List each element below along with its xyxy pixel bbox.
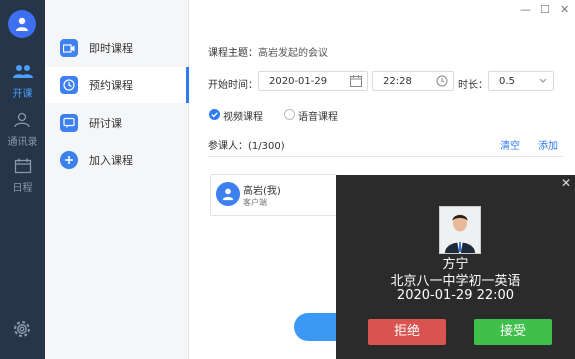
participants-label: 参课人：(1/300)	[208, 141, 285, 152]
rail-item-contacts[interactable]: 通讯录	[0, 112, 45, 148]
contacts-icon	[13, 112, 30, 128]
incoming-invite-popup: ✕ 方宁 北京八一中学初一英语 2020-01-29 22:00 拒绝 接受	[336, 175, 575, 359]
date-value: 2020-01-29	[269, 76, 328, 87]
video-course-radio[interactable]	[209, 109, 220, 120]
start-time-label: 开始时间：	[208, 80, 258, 91]
time-value: 22:28	[383, 76, 412, 87]
add-link[interactable]: 添加	[538, 137, 558, 152]
reject-button[interactable]: 拒绝	[368, 319, 446, 345]
invite-time: 2020-01-29 22:00	[396, 288, 515, 303]
participant-card[interactable]: 高岩(我) 客户端	[210, 174, 337, 216]
duration-value: 0.5	[499, 76, 515, 87]
date-field[interactable]: 2020-01-29	[258, 71, 368, 91]
rail-item-schedule[interactable]: 日程	[0, 158, 45, 194]
rail-item-start-class[interactable]: 开课	[0, 64, 45, 100]
divider	[208, 156, 563, 157]
participant-role: 客户端	[243, 198, 267, 207]
clear-link[interactable]: 清空	[500, 137, 520, 152]
menu-item-scheduled-course[interactable]: 预约课程	[45, 67, 189, 103]
audio-course-radio[interactable]	[284, 109, 295, 120]
subject-label: 课程主题：	[208, 48, 258, 59]
video-icon	[60, 39, 78, 57]
audio-course-label: 语音课程	[298, 112, 338, 123]
calendar-icon	[14, 158, 31, 174]
close-window-icon[interactable]: ✕	[560, 3, 569, 16]
course-menu: 即时课程 预约课程 研讨课 加入课程	[45, 0, 189, 359]
user-avatar[interactable]	[8, 10, 36, 38]
caller-photo	[439, 206, 481, 254]
rail-item-label: 通讯录	[7, 137, 38, 148]
person-icon	[440, 207, 480, 253]
menu-item-label: 研讨课	[89, 117, 122, 130]
time-field[interactable]: 22:28	[372, 71, 454, 91]
caller-course: 北京八一中学初一英语	[390, 274, 521, 289]
avatar	[216, 182, 240, 206]
menu-item-seminar[interactable]: 研讨课	[45, 105, 188, 141]
menu-item-instant-course[interactable]: 即时课程	[45, 30, 188, 66]
duration-select[interactable]: 0.5	[488, 71, 554, 91]
participant-name: 高岩(我)	[243, 186, 281, 197]
menu-item-label: 预约课程	[89, 79, 133, 92]
calendar-icon	[350, 75, 362, 95]
settings-button[interactable]	[11, 318, 33, 343]
video-course-label: 视频课程	[223, 112, 263, 123]
chevron-down-icon	[538, 72, 548, 98]
clock-icon	[436, 75, 448, 95]
duration-label: 时长：	[458, 80, 488, 91]
maximize-icon[interactable]: ☐	[540, 3, 550, 16]
left-rail: 开课 通讯录 日程	[0, 0, 45, 359]
discussion-icon	[60, 114, 78, 132]
minimize-icon[interactable]: —	[520, 3, 531, 16]
clock-icon	[60, 76, 78, 94]
rail-item-label: 日程	[12, 183, 33, 194]
menu-item-join-course[interactable]: 加入课程	[45, 142, 188, 178]
menu-item-label: 加入课程	[89, 154, 133, 167]
gear-icon	[14, 321, 30, 337]
close-icon[interactable]: ✕	[561, 176, 571, 190]
subject-value[interactable]: 高岩发起的会议	[258, 48, 328, 59]
menu-item-label: 即时课程	[89, 42, 133, 55]
plus-icon	[60, 151, 78, 169]
accept-button[interactable]: 接受	[474, 319, 552, 345]
subject-row: 课程主题：高岩发起的会议	[208, 44, 328, 59]
check-icon	[211, 112, 218, 118]
people-icon	[12, 65, 33, 78]
person-icon	[222, 188, 234, 201]
rail-item-label: 开课	[12, 89, 33, 100]
person-icon	[16, 17, 28, 31]
